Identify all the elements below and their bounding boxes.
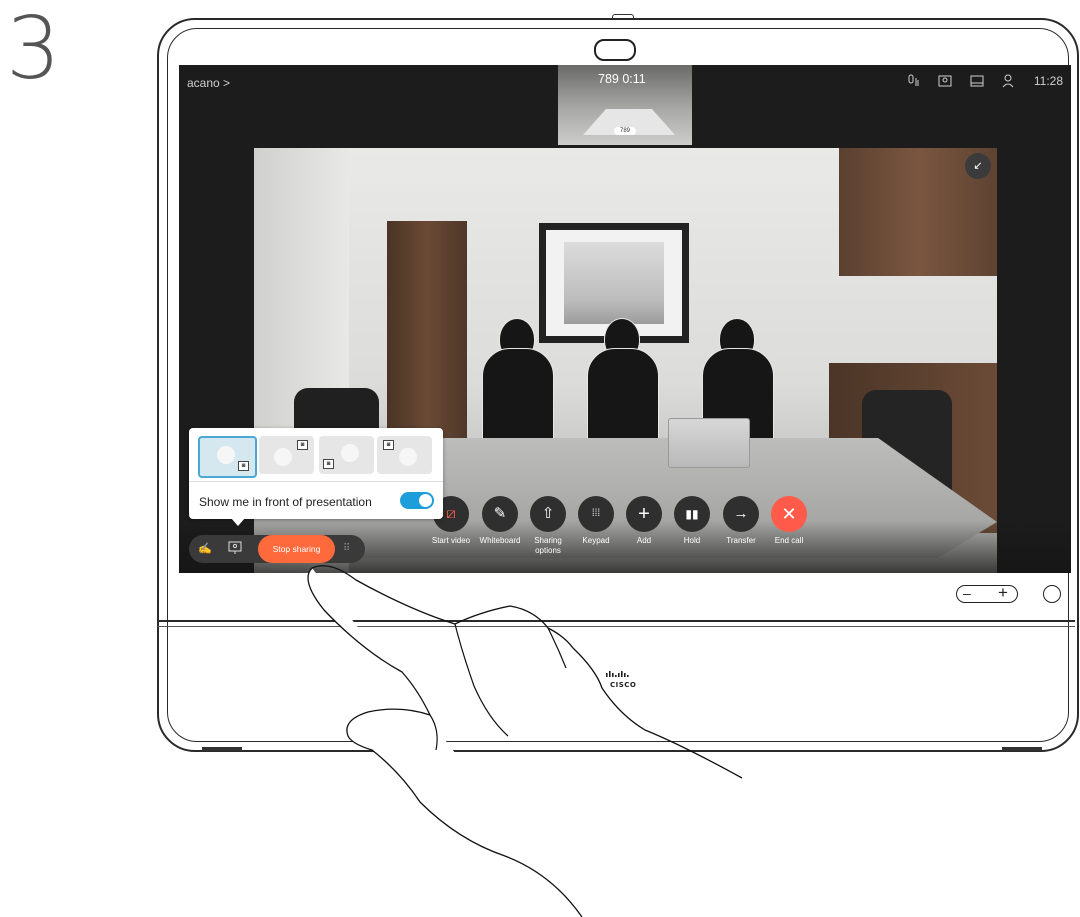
- status-bar: acano > 789 0:11 789 11:28: [179, 65, 1071, 145]
- video-frame-art: [564, 242, 664, 324]
- close-icon: ✕: [771, 496, 807, 532]
- annotate-icon[interactable]: ✍: [197, 541, 213, 557]
- toggle-knob: [419, 494, 432, 507]
- arrow-right-icon: →: [723, 496, 759, 532]
- call-id-timer: 789 0:11: [598, 72, 646, 86]
- layout-icon[interactable]: [970, 74, 984, 88]
- pencil-icon: ✎: [482, 496, 518, 532]
- self-view-icon[interactable]: [938, 74, 952, 88]
- minimize-icon[interactable]: ↙: [965, 153, 991, 179]
- pause-icon: ▮▮: [674, 496, 710, 532]
- show-me-label: Show me in front of presentation: [199, 495, 372, 509]
- self-view-mini-icon: ◙: [238, 461, 249, 471]
- self-view-mini-icon: ◙: [383, 440, 394, 450]
- presentation-pie-icon: [399, 448, 417, 466]
- plus-icon: +: [626, 496, 662, 532]
- self-view-pip[interactable]: 789 0:11 789: [558, 65, 692, 145]
- popup-arrow: [231, 518, 245, 526]
- volume-up-icon[interactable]: +: [998, 583, 1008, 603]
- power-button[interactable]: [1043, 585, 1061, 603]
- presentation-pie-icon: [274, 448, 292, 466]
- volume-down-icon[interactable]: –: [963, 585, 971, 601]
- layout-option-pip-bottom-right[interactable]: ◙: [198, 436, 257, 478]
- keypad-icon: ⁞⁞⁞: [578, 496, 614, 532]
- self-view-mini-icon: ◙: [297, 440, 308, 450]
- foot-left: [202, 747, 242, 751]
- show-me-toggle[interactable]: [400, 492, 434, 509]
- presentation-icon[interactable]: [227, 541, 243, 557]
- layout-option-pip-bottom-left[interactable]: ◙: [319, 436, 374, 474]
- mic-status-icon[interactable]: [906, 74, 920, 88]
- presentation-layout-popup: ◙ ◙ ◙ ◙ Show me in front of presentation: [189, 428, 443, 519]
- share-icon: ⇧: [530, 496, 566, 532]
- self-view-mini-icon: ◙: [323, 459, 334, 469]
- layout-option-pip-top-left[interactable]: ◙: [377, 436, 432, 474]
- step-number: 3: [6, 0, 61, 99]
- end-call-button[interactable]: ✕ End call: [759, 496, 819, 546]
- call-breadcrumb[interactable]: acano >: [187, 76, 230, 90]
- participants-icon[interactable]: [1002, 74, 1016, 88]
- layout-option-pip-top-right[interactable]: ◙: [259, 436, 314, 474]
- video-laptop: [668, 418, 750, 468]
- presentation-pie-icon: [217, 446, 235, 464]
- presentation-pie-icon: [341, 444, 359, 462]
- camera-lens: [594, 39, 636, 61]
- pip-name-badge: 789: [614, 127, 637, 135]
- clock: 11:28: [1033, 74, 1063, 88]
- popup-divider: [189, 481, 443, 482]
- foot-right: [1002, 747, 1042, 751]
- end-call-label: End call: [774, 536, 804, 545]
- pointing-hand-illustration: [307, 565, 743, 917]
- status-icons: 11:28: [906, 74, 1063, 88]
